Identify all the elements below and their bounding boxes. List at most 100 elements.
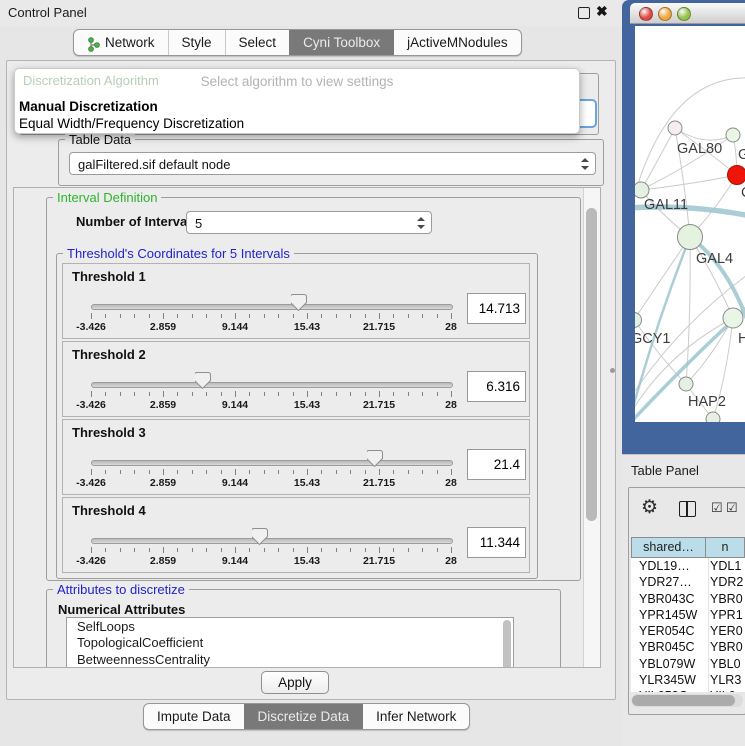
threshold-label: Threshold 4	[72, 503, 146, 518]
slider-thumb-icon[interactable]	[195, 372, 211, 389]
number-of-intervals-combobox[interactable]: 5	[186, 211, 432, 234]
numerical-attributes-list[interactable]: SelfLoopsTopologicalCoefficientBetweenne…	[66, 617, 514, 668]
network-node[interactable]	[678, 225, 703, 250]
network-node[interactable]	[668, 121, 682, 135]
table-panel-region: Table Panel ⚙ ☑ ☑ shared…n YDL19…YDL1YDR…	[622, 454, 745, 746]
table-row[interactable]: YDL19…YDL1	[631, 558, 745, 574]
network-window-titlebar[interactable]	[630, 3, 745, 24]
table-body: YDL19…YDL1YDR27…YDR2YBR043CYBR0YPR145WYP…	[631, 558, 745, 692]
axis-tick-label: -3.426	[76, 399, 106, 411]
table-row[interactable]: YDR27…YDR2	[631, 574, 745, 590]
threshold-value-input[interactable]	[467, 293, 526, 324]
zoom-light-icon[interactable]	[677, 7, 691, 21]
tab-label: Select	[239, 30, 277, 55]
minimize-light-icon[interactable]	[658, 7, 672, 21]
axis-tick-label: 28	[445, 477, 457, 489]
checkbox-icon[interactable]: ☑	[711, 500, 723, 516]
network-node[interactable]	[679, 377, 693, 391]
axis-tick-label: -3.426	[76, 555, 106, 567]
threshold-slider[interactable]	[91, 304, 453, 310]
attribute-list-item[interactable]: BetweennessCentrality	[67, 651, 513, 668]
slider-thumb-icon[interactable]	[367, 450, 383, 467]
network-node[interactable]	[635, 313, 642, 328]
tab-select[interactable]: Select	[225, 30, 290, 55]
table-data-combobox[interactable]: galFiltered.sif default node	[69, 152, 596, 175]
cell-name: YDR2	[706, 574, 745, 590]
attribute-list-item[interactable]: TopologicalCoefficient	[67, 635, 513, 652]
network-node[interactable]	[635, 182, 649, 198]
network-canvas[interactable]: GAL80GCGAL11GAL4GCY1HHAP2	[635, 26, 745, 422]
combobox-stepper-icon	[581, 157, 589, 171]
apply-button[interactable]: Apply	[261, 671, 329, 694]
table-row[interactable]: YIL052CYIL0	[631, 688, 745, 692]
network-node[interactable]	[723, 308, 743, 328]
close-icon[interactable]: ✖	[596, 3, 608, 20]
table-row[interactable]: YBR045CYBR0	[631, 639, 745, 655]
threshold-slider[interactable]	[91, 538, 453, 544]
network-node[interactable]	[726, 128, 740, 142]
attributes-group: Attributes to discretize Numerical Attri…	[46, 589, 561, 668]
threshold-value-input[interactable]	[467, 449, 526, 480]
axis-tick-label: 15.43	[294, 555, 320, 567]
combobox-stepper-icon	[417, 216, 425, 230]
cell-name: YDL1	[706, 558, 745, 574]
horizontal-scrollbar[interactable]	[631, 694, 743, 707]
tab-jactivemnodules[interactable]: jActiveMNodules	[393, 30, 521, 55]
close-light-icon[interactable]	[639, 7, 653, 21]
settings-scroll-viewport: Interval Definition Number of Intervals …	[13, 187, 601, 668]
tab-discretize-data[interactable]: Discretize Data	[244, 704, 363, 729]
panel-title: Control Panel	[8, 5, 87, 20]
threshold-value-input[interactable]	[467, 371, 526, 402]
cyni-bottom-tabbar: Impute DataDiscretize DataInfer Network	[143, 703, 470, 730]
cell-shared-name: YBL079W	[631, 656, 706, 672]
checkbox-icon[interactable]: ☑	[726, 500, 738, 516]
node-label: GAL11	[644, 197, 688, 213]
divider-grip[interactable]	[610, 368, 615, 373]
slider-thumb-icon[interactable]	[252, 528, 268, 545]
attribute-list-item[interactable]: SelfLoops	[67, 618, 513, 635]
algorithm-option[interactable]: Equal Width/Frequency Discretization	[19, 116, 244, 131]
network-node[interactable]	[728, 166, 745, 185]
axis-tick-label: 21.715	[363, 477, 395, 489]
table-data-group: Table Data galFiltered.sif default node	[58, 139, 604, 186]
cell-name: YIL0	[706, 688, 745, 692]
tab-network[interactable]: Network	[74, 30, 168, 55]
thresholds-group-title: Threshold's Coordinates for 5 Intervals	[63, 246, 294, 261]
vertical-scrollbar[interactable]	[583, 188, 600, 667]
threshold-slider[interactable]	[91, 382, 453, 388]
scrollbar-thumb[interactable]	[632, 695, 735, 706]
table-row[interactable]: YBR043CYBR0	[631, 591, 745, 607]
tab-infer-network[interactable]: Infer Network	[362, 704, 469, 729]
tab-label: jActiveMNodules	[407, 30, 508, 55]
list-scrollbar[interactable]	[502, 619, 512, 668]
scrollbar-thumb[interactable]	[586, 208, 597, 521]
node-label: C	[741, 185, 745, 201]
network-view-window: GAL80GCGAL11GAL4GCY1HHAP2	[622, 0, 745, 454]
table-row[interactable]: YPR145WYPR1	[631, 607, 745, 623]
gear-icon[interactable]: ⚙	[641, 496, 658, 519]
node-label: GAL4	[696, 251, 733, 267]
columns-icon[interactable]	[679, 501, 696, 517]
tab-cyni-toolbox[interactable]: Cyni Toolbox	[289, 30, 393, 55]
table-row[interactable]: YBL079WYBL0	[631, 656, 745, 672]
threshold-slider[interactable]	[91, 460, 453, 466]
table-row[interactable]: YER054CYER0	[631, 623, 745, 639]
float-window-icon[interactable]	[578, 7, 590, 19]
threshold-panel: Threshold 3 -3.4262.8599.14415.4321.7152…	[62, 419, 530, 495]
node-table: ⚙ ☑ ☑ shared…n YDL19…YDL1YDR27…YDR2YBR04…	[628, 487, 745, 715]
column-header[interactable]: n	[706, 537, 745, 558]
threshold-value-input[interactable]	[467, 527, 526, 558]
cell-name: YBR0	[706, 591, 745, 607]
algorithm-option[interactable]: Manual Discretization	[19, 99, 158, 114]
tab-label: Style	[182, 30, 212, 55]
cyni-toolbox-panel: Discretization Algorithm Select algorith…	[6, 60, 616, 700]
tab-impute-data[interactable]: Impute Data	[144, 704, 244, 729]
tab-style[interactable]: Style	[168, 30, 225, 55]
table-row[interactable]: YLR345WYLR3	[631, 672, 745, 688]
network-node[interactable]	[706, 412, 720, 422]
column-header[interactable]: shared…	[631, 537, 706, 558]
slider-thumb-icon[interactable]	[291, 294, 307, 311]
threshold-panel: Threshold 4 -3.4262.8599.14415.4321.7152…	[62, 497, 530, 573]
table-header-row: shared…n	[631, 537, 745, 558]
numerical-attributes-label: Numerical Attributes	[58, 602, 185, 617]
